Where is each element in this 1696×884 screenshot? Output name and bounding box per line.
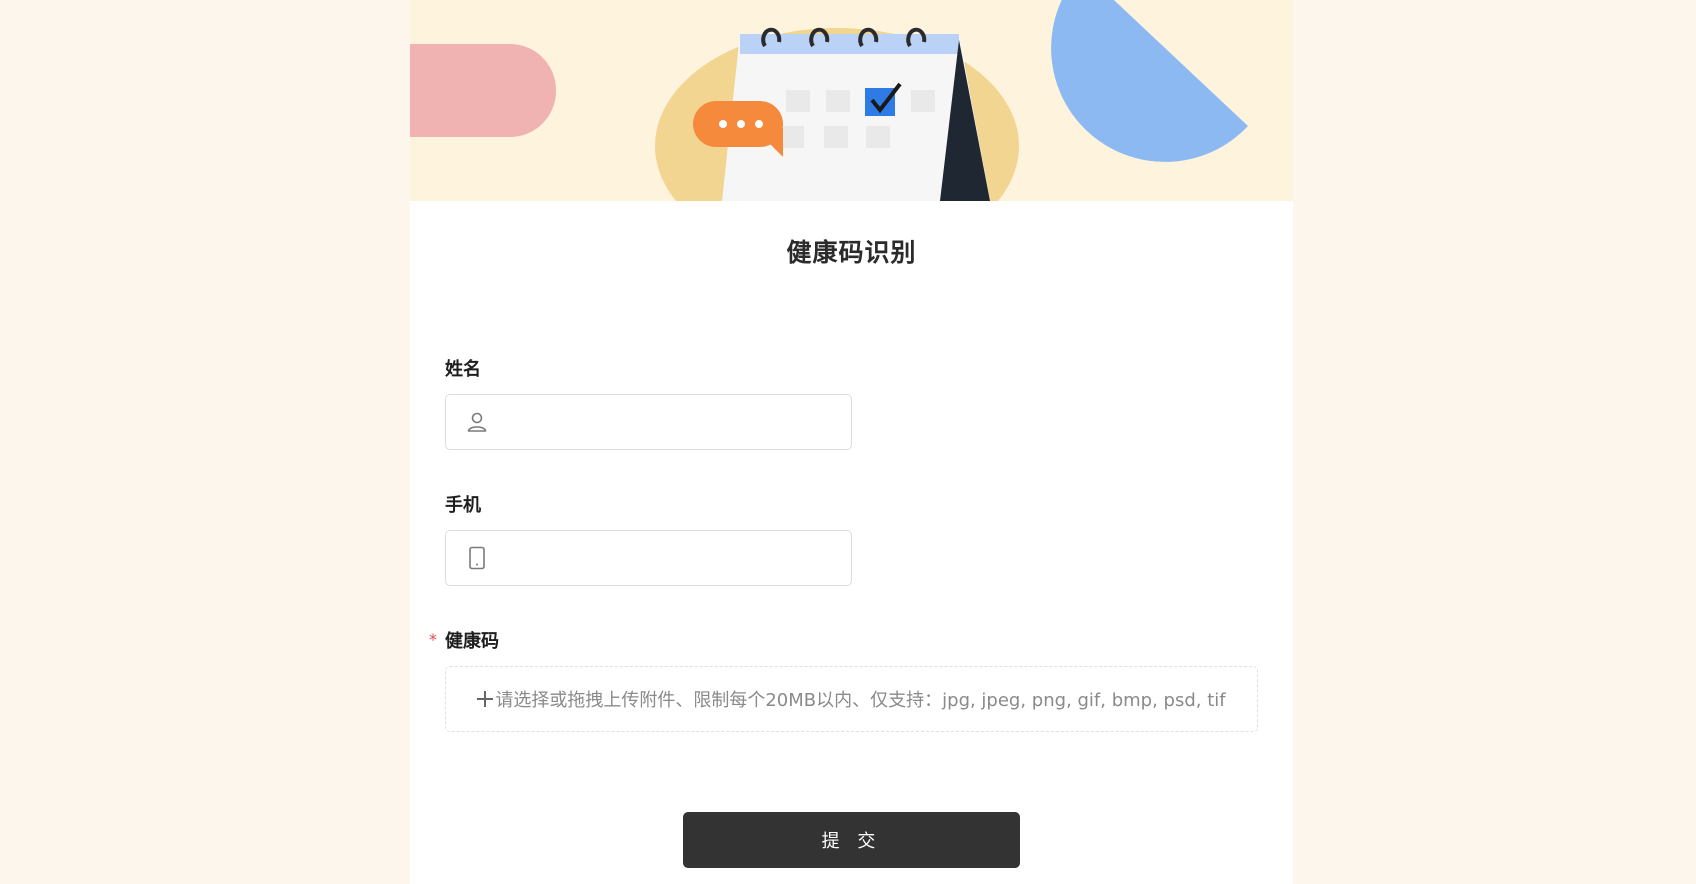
header-banner	[410, 0, 1293, 201]
mobile-phone-icon	[469, 546, 485, 570]
phone-input[interactable]	[445, 530, 852, 586]
name-input[interactable]	[445, 394, 852, 450]
health-code-label: 健康码	[445, 631, 499, 652]
form-card: 健康码识别 姓名 手机 * 健康码 请选择或拖拽上传附件、限制每个20MB以内、…	[410, 0, 1293, 884]
page: 健康码识别 姓名 手机 * 健康码 请选择或拖拽上传附件、限制每个20MB以内、…	[0, 0, 1696, 884]
upload-dropzone[interactable]: 请选择或拖拽上传附件、限制每个20MB以内、仅支持：jpg, jpeg, png…	[445, 666, 1258, 732]
user-icon	[467, 412, 487, 432]
phone-label: 手机	[445, 495, 481, 516]
required-mark: *	[429, 630, 437, 649]
plus-icon	[477, 691, 494, 707]
calendar-illustration	[410, 0, 1248, 201]
name-label: 姓名	[445, 359, 481, 380]
submit-button[interactable]: 提 交	[683, 812, 1020, 868]
form-title: 健康码识别	[786, 238, 917, 267]
upload-hint: 请选择或拖拽上传附件、限制每个20MB以内、仅支持：jpg, jpeg, png…	[495, 690, 1226, 711]
